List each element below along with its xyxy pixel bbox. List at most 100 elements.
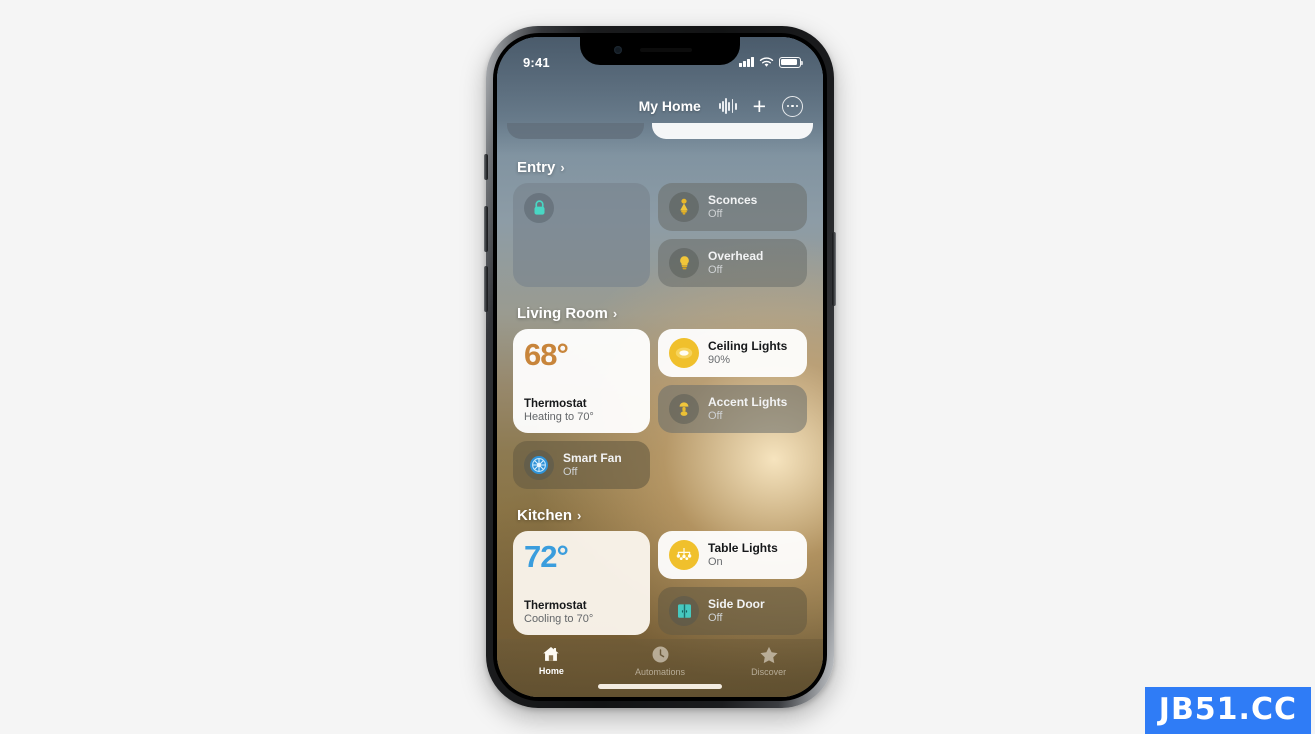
fan-icon: [524, 450, 554, 480]
tab-label: Automations: [634, 667, 686, 677]
accessory-status: 90%: [708, 353, 731, 366]
accessory-tile-overhead[interactable]: Overhead Off: [658, 239, 807, 287]
thermostat-label-group: Thermostat Cooling to 70°: [524, 600, 639, 625]
accessory-status: Off: [708, 611, 723, 624]
bottom-tab-bar: Home Automations Discover: [497, 639, 823, 697]
room-grid-left-column: 68° Thermostat Heating to 70°: [513, 329, 650, 433]
accessory-label-group: Sconces Off: [708, 193, 757, 221]
room-name-label: Living Room: [517, 305, 608, 322]
room-grid-left-column: [513, 183, 650, 287]
tab-discover[interactable]: Discover: [714, 645, 823, 677]
power-button[interactable]: [832, 232, 836, 306]
home-indicator-bar[interactable]: [598, 684, 722, 689]
chandelier-icon: [669, 540, 699, 570]
sconce-lamp-icon: [669, 192, 699, 222]
room-grid-kitchen: 72° Thermostat Cooling to 70° Table Ligh…: [507, 531, 813, 635]
accessory-name: Side Door: [708, 597, 765, 612]
ceiling-light-icon: [669, 338, 699, 368]
status-time: 9:41: [523, 54, 550, 70]
device-notch: [580, 37, 740, 65]
room-header-entry[interactable]: Entry ›: [517, 159, 805, 176]
room-header-kitchen[interactable]: Kitchen ›: [517, 507, 805, 524]
accessory-tile-ceiling-lights[interactable]: Ceiling Lights 90%: [658, 329, 807, 377]
clipped-card-right[interactable]: [652, 123, 813, 139]
star-icon: [760, 646, 778, 664]
thermostat-temperature: 72°: [524, 539, 569, 574]
accessory-status: On: [708, 555, 723, 568]
earpiece-speaker: [640, 48, 692, 52]
home-scroll-content[interactable]: Entry › Sconces Off Overhead Off Living …: [497, 123, 823, 639]
wifi-icon: [759, 56, 774, 67]
accessory-tile-living-room-thermostat[interactable]: 68° Thermostat Heating to 70°: [513, 329, 650, 433]
device-bezel: 9:41 My Home + Entry › Sconces Off Overh…: [493, 33, 827, 701]
accessory-status: Off: [563, 465, 578, 478]
room-grid-right-column: Table Lights On Side Door Off: [658, 531, 807, 635]
living-room-extra-row: Smart Fan Off: [507, 441, 813, 489]
accessory-tile-table-lights[interactable]: Table Lights On: [658, 531, 807, 579]
accessory-status: Off: [708, 263, 723, 276]
thermostat-label-group: Thermostat Heating to 70°: [524, 398, 639, 423]
accessory-label-group: Ceiling Lights 90%: [708, 339, 787, 367]
watermark: JB51.CC: [1144, 687, 1311, 734]
ellipsis-circle-icon[interactable]: [782, 95, 803, 117]
accessory-tile-side-door[interactable]: Side Door Off: [658, 587, 807, 635]
accessory-name: Table Lights: [708, 541, 778, 556]
lock-icon: [524, 193, 554, 223]
thermostat-temperature: 68°: [524, 337, 569, 372]
door-icon: [669, 596, 699, 626]
waveform-icon[interactable]: [718, 98, 737, 114]
chevron-right-icon: ›: [560, 160, 565, 175]
accessory-label-group: Accent Lights Off: [708, 395, 787, 423]
clock-check-icon: [652, 646, 668, 663]
screenshot-canvas: 9:41 My Home + Entry › Sconces Off Overh…: [0, 0, 1315, 734]
accessory-status: Cooling to 70°: [524, 613, 594, 625]
accessory-tile-accent-lights[interactable]: Accent Lights Off: [658, 385, 807, 433]
page-title: My Home: [638, 98, 701, 114]
room-header-living-room[interactable]: Living Room ›: [517, 305, 805, 322]
accessory-name: Thermostat: [524, 600, 587, 612]
accessory-label-group: Side Door Off: [708, 597, 765, 625]
iphone-device-frame: 9:41 My Home + Entry › Sconces Off Overh…: [484, 26, 836, 708]
accessory-status: Off: [708, 207, 723, 220]
accessory-name: Thermostat: [524, 398, 587, 410]
accessory-status: Heating to 70°: [524, 411, 594, 423]
plus-icon[interactable]: +: [753, 94, 766, 117]
volume-up-button[interactable]: [484, 206, 488, 252]
table-lamp-icon: [669, 394, 699, 424]
room-grid-entry: Sconces Off Overhead Off: [507, 183, 813, 287]
room-grid-right-column: Sconces Off Overhead Off: [658, 183, 807, 287]
accessory-label-group: Smart Fan Off: [563, 451, 622, 479]
accessory-name: Ceiling Lights: [708, 339, 788, 354]
phone-screen: 9:41 My Home + Entry › Sconces Off Overh…: [497, 37, 823, 697]
room-grid-left-column: 72° Thermostat Cooling to 70°: [513, 531, 650, 635]
volume-down-button[interactable]: [484, 266, 488, 312]
accessory-label-group: Table Lights On: [708, 541, 778, 569]
accessory-status: Off: [708, 409, 723, 422]
accessory-name: Overhead: [708, 249, 764, 264]
accessory-tile-smart-fan[interactable]: Smart Fan Off: [513, 441, 650, 489]
scrolled-off-card-row: [507, 123, 813, 139]
room-grid-living-room: 68° Thermostat Heating to 70° Ceiling Li…: [507, 329, 813, 433]
accessory-name: Accent Lights: [708, 395, 788, 410]
tab-home[interactable]: Home: [497, 645, 606, 676]
home-navigation-bar: My Home +: [497, 89, 823, 123]
status-indicators: [739, 56, 804, 68]
accessory-tile-sconces[interactable]: Sconces Off: [658, 183, 807, 231]
front-camera-icon: [614, 46, 622, 54]
chevron-right-icon: ›: [577, 508, 582, 523]
tab-label: Home: [538, 666, 564, 676]
tab-label: Discover: [751, 667, 787, 677]
accessory-name: Smart Fan: [563, 451, 622, 466]
accessory-tile-front-door-lock[interactable]: [513, 183, 650, 287]
mute-switch[interactable]: [484, 154, 488, 180]
cellular-signal-icon: [739, 57, 754, 67]
battery-icon: [779, 56, 804, 68]
room-name-label: Kitchen: [517, 507, 573, 524]
accessory-tile-kitchen-thermostat[interactable]: 72° Thermostat Cooling to 70°: [513, 531, 650, 635]
house-icon: [543, 646, 560, 661]
clipped-card-left[interactable]: [507, 123, 644, 139]
chevron-right-icon: ›: [612, 306, 618, 321]
room-name-label: Entry: [517, 159, 556, 176]
bulb-icon: [669, 248, 699, 278]
tab-automations[interactable]: Automations: [606, 645, 715, 677]
